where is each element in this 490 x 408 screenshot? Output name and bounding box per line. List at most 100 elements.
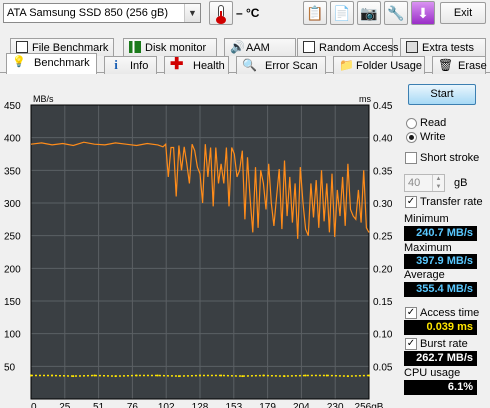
temperature-button[interactable] (209, 1, 233, 25)
tab-extra-tests[interactable]: Extra tests (400, 38, 486, 56)
access-time-point (72, 375, 75, 378)
minimum-value: 240.7 MB/s (404, 226, 477, 241)
screenshot-button[interactable]: 📷 (357, 1, 381, 25)
tab-aam[interactable]: 🔊 AAM (224, 38, 296, 56)
write-radio[interactable] (406, 132, 417, 143)
drive-selector[interactable]: ATA Samsung SSD 850 (256 gB) ▼ (3, 3, 201, 23)
start-button[interactable]: Start (408, 84, 476, 105)
tab-random-access[interactable]: Random Access (297, 38, 398, 56)
read-label: Read (420, 117, 447, 129)
y-left-tick-label: 250 (4, 232, 21, 243)
minimum-label: Minimum (404, 213, 449, 225)
tab-erase[interactable]: 🗑 Erase (432, 56, 487, 74)
x-tick-label: 102 (158, 402, 175, 408)
maximum-label: Maximum (404, 242, 452, 254)
average-label: Average (404, 269, 445, 281)
x-tick-label: 256gB (355, 402, 384, 408)
y-right-tick-label: 0.05 (373, 362, 393, 373)
access-time-point (30, 374, 32, 377)
benchmark-chart-svg: 450400350300250200150100500.450.400.350.… (4, 94, 393, 408)
tab-label: Benchmark (34, 57, 90, 69)
y-left-tick-label: 200 (4, 264, 21, 275)
folder-icon: 📁 (339, 58, 354, 72)
x-tick-label: 51 (93, 402, 105, 408)
x-tick-label: 25 (59, 402, 71, 408)
access-time-point (177, 375, 180, 378)
tab-label: Error Scan (265, 60, 318, 72)
temperature-readout: – °C (236, 6, 260, 20)
access-time-point (262, 374, 265, 377)
extra-tests-icon (406, 41, 418, 53)
access-time-point (135, 374, 138, 377)
x-tick-label: 153 (225, 402, 242, 408)
access-time-checkbox[interactable]: ✓ (405, 307, 417, 319)
transfer-rate-label: Transfer rate (420, 196, 483, 208)
tools-icon: 🔧 (387, 5, 405, 21)
access-time-point (51, 374, 54, 377)
access-time-point (93, 374, 96, 377)
short-stroke-label: Short stroke (420, 152, 480, 164)
maximum-value: 397.9 MB/s (404, 254, 477, 269)
disk-monitor-icon (129, 41, 141, 53)
x-tick-label: 0 (31, 402, 37, 408)
info-icon: i (114, 57, 118, 72)
tab-disk-monitor[interactable]: Disk monitor (123, 38, 217, 56)
download-button[interactable]: ⬇ (411, 1, 435, 25)
burst-rate-label: Burst rate (420, 338, 468, 350)
random-access-icon (303, 41, 315, 53)
x-tick-label: 204 (293, 402, 310, 408)
tab-label: Disk monitor (145, 42, 207, 54)
access-time-point (220, 374, 223, 377)
access-time-point (304, 374, 307, 377)
benchmark-chart: 450 400 350 300 250 200 150 100 50 0.45 0.40 0.35 0.… (0, 88, 400, 408)
y-right-tick-label: 0.30 (373, 199, 393, 210)
y-left-tick-label: 300 (4, 199, 21, 210)
x-tick-label: 230 (327, 402, 344, 408)
burst-rate-checkbox[interactable]: ✓ (405, 338, 417, 350)
short-stroke-value: 40 (408, 177, 421, 189)
tab-folder-usage[interactable]: 📁 Folder Usage (333, 56, 425, 74)
tab-label: Info (130, 60, 149, 72)
access-time-point (346, 375, 349, 378)
short-stroke-checkbox[interactable] (405, 152, 417, 164)
y-right-tick-label: 0.40 (373, 134, 393, 145)
options-button[interactable]: 🔧 (384, 1, 408, 25)
x-tick-label: 179 (259, 402, 276, 408)
write-label: Write (420, 131, 446, 143)
tab-benchmark[interactable]: 💡 Benchmark (6, 53, 97, 74)
access-time-point (114, 375, 117, 378)
spinner-arrows-icon[interactable]: ▲ ▼ (432, 175, 444, 191)
trash-icon: 🗑 (438, 58, 454, 72)
y-left-axis-label: MB/s (33, 94, 54, 104)
short-stroke-input[interactable]: 40 ▲ ▼ (404, 174, 445, 192)
x-tick-label: 128 (192, 402, 209, 408)
side-panel: Start Read Write Short stroke 40 ▲ ▼ gB ✓… (401, 82, 490, 408)
exit-button[interactable]: Exit (440, 2, 486, 24)
y-left-tick-label: 350 (4, 166, 21, 177)
access-time-point (283, 375, 286, 378)
copy-image-button[interactable]: 📄 (330, 1, 354, 25)
y-right-tick-label: 0.15 (373, 297, 393, 308)
transfer-rate-checkbox[interactable]: ✓ (405, 196, 417, 208)
tab-health[interactable]: ✚ Health (164, 56, 229, 74)
cpu-usage-label: CPU usage (404, 367, 461, 379)
copy-text-button[interactable]: 📋 (303, 1, 327, 25)
access-time-point (156, 374, 159, 377)
x-tick-label: 76 (127, 402, 139, 408)
chevron-down-icon[interactable]: ▼ (184, 4, 200, 22)
average-value: 355.4 MB/s (404, 282, 477, 297)
read-radio[interactable] (406, 118, 417, 129)
tab-label: Extra tests (422, 42, 474, 54)
y-right-axis-label: ms (359, 94, 371, 104)
tab-error-scan[interactable]: 🔍 Error Scan (236, 56, 326, 74)
access-time-point (325, 374, 328, 377)
benchmark-icon: 💡 (12, 56, 26, 68)
y-left-tick-label: 450 (4, 101, 21, 112)
file-benchmark-icon (16, 41, 28, 53)
access-time-point (368, 374, 370, 377)
tab-label: Folder Usage (356, 60, 423, 72)
y-left-tick-label: 100 (4, 330, 21, 341)
download-arrow-icon: ⬇ (417, 5, 429, 21)
y-right-tick-label: 0.20 (373, 264, 393, 275)
tab-info[interactable]: i Info (104, 56, 157, 74)
